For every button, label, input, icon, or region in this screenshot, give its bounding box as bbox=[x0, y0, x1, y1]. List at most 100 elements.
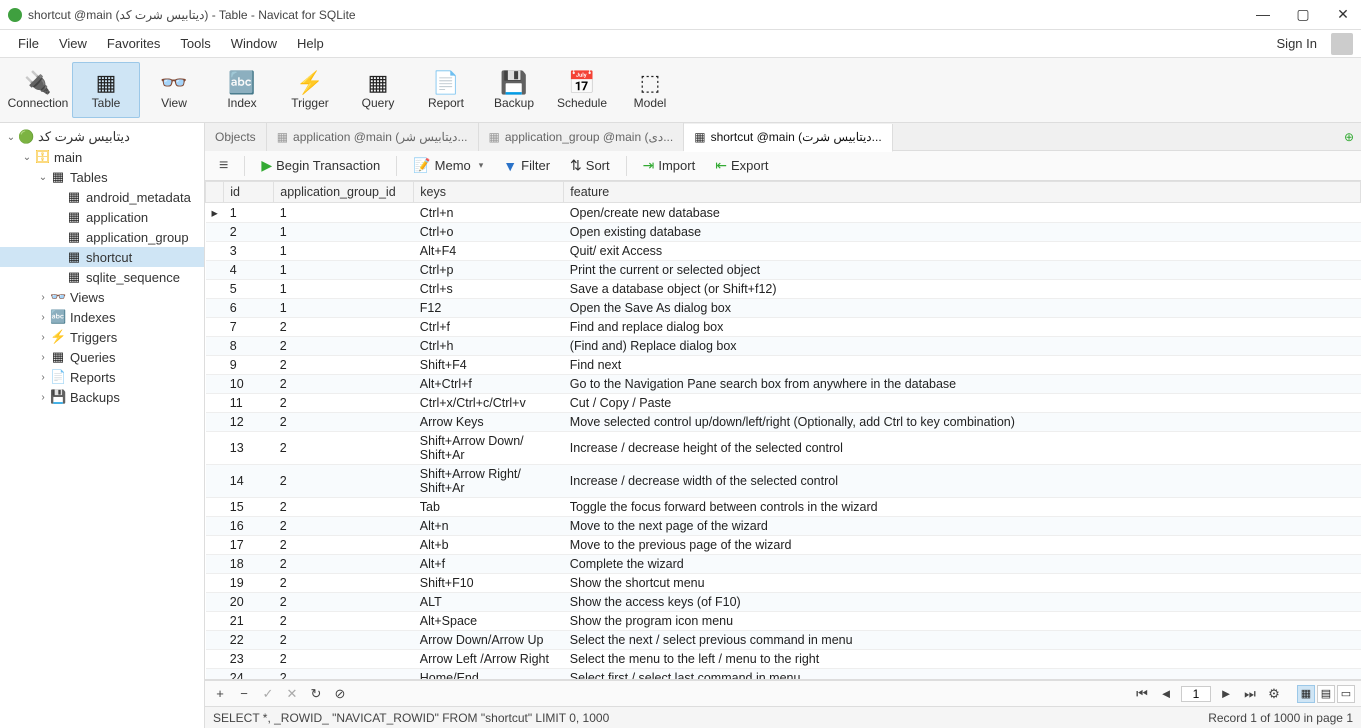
cell[interactable]: 8 bbox=[224, 337, 274, 356]
cell[interactable]: 2 bbox=[274, 465, 414, 498]
new-tab-button[interactable]: ⊕ bbox=[1337, 130, 1361, 144]
tree-item[interactable]: ⌄🗄main bbox=[0, 147, 204, 167]
cell[interactable]: 14 bbox=[224, 465, 274, 498]
cell[interactable]: Open the Save As dialog box bbox=[564, 299, 1361, 318]
table-row[interactable]: 242Home/EndSelect first / select last co… bbox=[206, 669, 1361, 681]
cell[interactable]: 15 bbox=[224, 498, 274, 517]
tree-item[interactable]: ⌄🟢دیتابیس شرت کد bbox=[0, 127, 204, 147]
next-page-button[interactable]: ► bbox=[1217, 686, 1235, 701]
tree-item[interactable]: ›⚡Triggers bbox=[0, 327, 204, 347]
cell[interactable]: 23 bbox=[224, 650, 274, 669]
menu-toggle-button[interactable]: ≡ bbox=[211, 154, 236, 178]
table-row[interactable]: 232Arrow Left /Arrow RightSelect the men… bbox=[206, 650, 1361, 669]
cell[interactable]: Tab bbox=[414, 498, 564, 517]
expander-icon[interactable]: ⌄ bbox=[36, 172, 50, 183]
table-row[interactable]: 31Alt+F4Quit/ exit Access bbox=[206, 242, 1361, 261]
first-page-button[interactable]: ⏮ bbox=[1133, 686, 1151, 702]
menu-favorites[interactable]: Favorites bbox=[97, 32, 170, 55]
table-row[interactable]: 172Alt+bMove to the previous page of the… bbox=[206, 536, 1361, 555]
cell[interactable]: 2 bbox=[274, 375, 414, 394]
cell[interactable]: Cut / Copy / Paste bbox=[564, 394, 1361, 413]
cell[interactable]: 1 bbox=[274, 280, 414, 299]
object-tree-sidebar[interactable]: ⌄🟢دیتابیس شرت کد⌄🗄main⌄▦Tables▦android_m… bbox=[0, 123, 205, 728]
cell[interactable]: Ctrl+n bbox=[414, 203, 564, 223]
menu-file[interactable]: File bbox=[8, 32, 49, 55]
cell[interactable]: Save a database object (or Shift+f12) bbox=[564, 280, 1361, 299]
cell[interactable]: Print the current or selected object bbox=[564, 261, 1361, 280]
tree-item[interactable]: ▦application_group bbox=[0, 227, 204, 247]
settings-button[interactable]: ⚙ bbox=[1265, 686, 1283, 702]
minimize-button[interactable]: — bbox=[1253, 6, 1273, 23]
toolbar-trigger-button[interactable]: ⚡Trigger bbox=[276, 62, 344, 118]
column-header[interactable]: id bbox=[224, 182, 274, 203]
cell[interactable]: 2 bbox=[274, 536, 414, 555]
cell[interactable]: 2 bbox=[274, 318, 414, 337]
menu-help[interactable]: Help bbox=[287, 32, 334, 55]
expander-icon[interactable]: ⌄ bbox=[4, 132, 18, 143]
cell[interactable]: Open existing database bbox=[564, 223, 1361, 242]
cell[interactable]: Open/create new database bbox=[564, 203, 1361, 223]
row-marker-header[interactable] bbox=[206, 182, 224, 203]
cell[interactable]: Quit/ exit Access bbox=[564, 242, 1361, 261]
toolbar-connection-button[interactable]: 🔌Connection bbox=[4, 62, 72, 118]
table-row[interactable]: 92Shift+F4Find next bbox=[206, 356, 1361, 375]
cell[interactable]: 2 bbox=[274, 498, 414, 517]
toolbar-backup-button[interactable]: 💾Backup bbox=[480, 62, 548, 118]
toolbar-schedule-button[interactable]: 📅Schedule bbox=[548, 62, 616, 118]
cell[interactable]: Increase / decrease height of the select… bbox=[564, 432, 1361, 465]
menu-tools[interactable]: Tools bbox=[170, 32, 220, 55]
cell[interactable]: Arrow Left /Arrow Right bbox=[414, 650, 564, 669]
document-tab[interactable]: ▦application_group @main (دی... bbox=[479, 123, 685, 151]
cell[interactable]: 9 bbox=[224, 356, 274, 375]
menu-view[interactable]: View bbox=[49, 32, 97, 55]
cell[interactable]: 2 bbox=[274, 432, 414, 465]
cell[interactable]: Alt+Space bbox=[414, 612, 564, 631]
maximize-button[interactable]: ▢ bbox=[1293, 6, 1313, 23]
table-row[interactable]: 202ALTShow the access keys (of F10) bbox=[206, 593, 1361, 612]
cell[interactable]: Ctrl+o bbox=[414, 223, 564, 242]
cell[interactable]: Select the menu to the left / menu to th… bbox=[564, 650, 1361, 669]
cell[interactable]: 3 bbox=[224, 242, 274, 261]
cell[interactable]: Ctrl+p bbox=[414, 261, 564, 280]
cell[interactable]: Alt+f bbox=[414, 555, 564, 574]
cell[interactable]: Move to the next page of the wizard bbox=[564, 517, 1361, 536]
cell[interactable]: Increase / decrease width of the selecte… bbox=[564, 465, 1361, 498]
tree-item[interactable]: ▦sqlite_sequence bbox=[0, 267, 204, 287]
tree-item[interactable]: ›💾Backups bbox=[0, 387, 204, 407]
cell[interactable]: 20 bbox=[224, 593, 274, 612]
expander-icon[interactable]: ⌄ bbox=[20, 152, 34, 163]
cell[interactable]: Alt+F4 bbox=[414, 242, 564, 261]
cell[interactable]: 19 bbox=[224, 574, 274, 593]
tree-item[interactable]: ›▦Queries bbox=[0, 347, 204, 367]
cell[interactable]: 2 bbox=[274, 593, 414, 612]
cell[interactable]: Move to the previous page of the wizard bbox=[564, 536, 1361, 555]
table-row[interactable]: 212Alt+SpaceShow the program icon menu bbox=[206, 612, 1361, 631]
cell[interactable]: 2 bbox=[274, 669, 414, 681]
cell[interactable]: (Find and) Replace dialog box bbox=[564, 337, 1361, 356]
cell[interactable]: Alt+b bbox=[414, 536, 564, 555]
prev-page-button[interactable]: ◄ bbox=[1157, 686, 1175, 701]
cell[interactable]: 5 bbox=[224, 280, 274, 299]
last-page-button[interactable]: ⏭ bbox=[1241, 686, 1259, 702]
page-number-input[interactable] bbox=[1181, 686, 1211, 702]
menu-window[interactable]: Window bbox=[221, 32, 287, 55]
table-row[interactable]: 41Ctrl+pPrint the current or selected ob… bbox=[206, 261, 1361, 280]
tree-item[interactable]: ▦shortcut bbox=[0, 247, 204, 267]
cell[interactable]: 1 bbox=[274, 203, 414, 223]
toolbar-index-button[interactable]: 🔤Index bbox=[208, 62, 276, 118]
cell[interactable]: Select first / select last command in me… bbox=[564, 669, 1361, 681]
toolbar-table-button[interactable]: ▦Table bbox=[72, 62, 140, 118]
close-button[interactable]: ✕ bbox=[1333, 6, 1353, 23]
column-header[interactable]: application_group_id bbox=[274, 182, 414, 203]
cell[interactable]: 2 bbox=[274, 394, 414, 413]
user-avatar-icon[interactable] bbox=[1331, 33, 1353, 55]
cell[interactable]: 18 bbox=[224, 555, 274, 574]
refresh-button[interactable]: ↻ bbox=[307, 686, 325, 702]
tree-item[interactable]: ›👓Views bbox=[0, 287, 204, 307]
expander-icon[interactable]: › bbox=[36, 292, 50, 303]
sign-in-link[interactable]: Sign In bbox=[1267, 32, 1327, 55]
document-tab[interactable]: ▦application @main (دیتابیس شر... bbox=[267, 123, 479, 151]
cell[interactable]: Show the access keys (of F10) bbox=[564, 593, 1361, 612]
expander-icon[interactable]: › bbox=[36, 372, 50, 383]
memo-button[interactable]: 📝Memo bbox=[405, 154, 491, 177]
